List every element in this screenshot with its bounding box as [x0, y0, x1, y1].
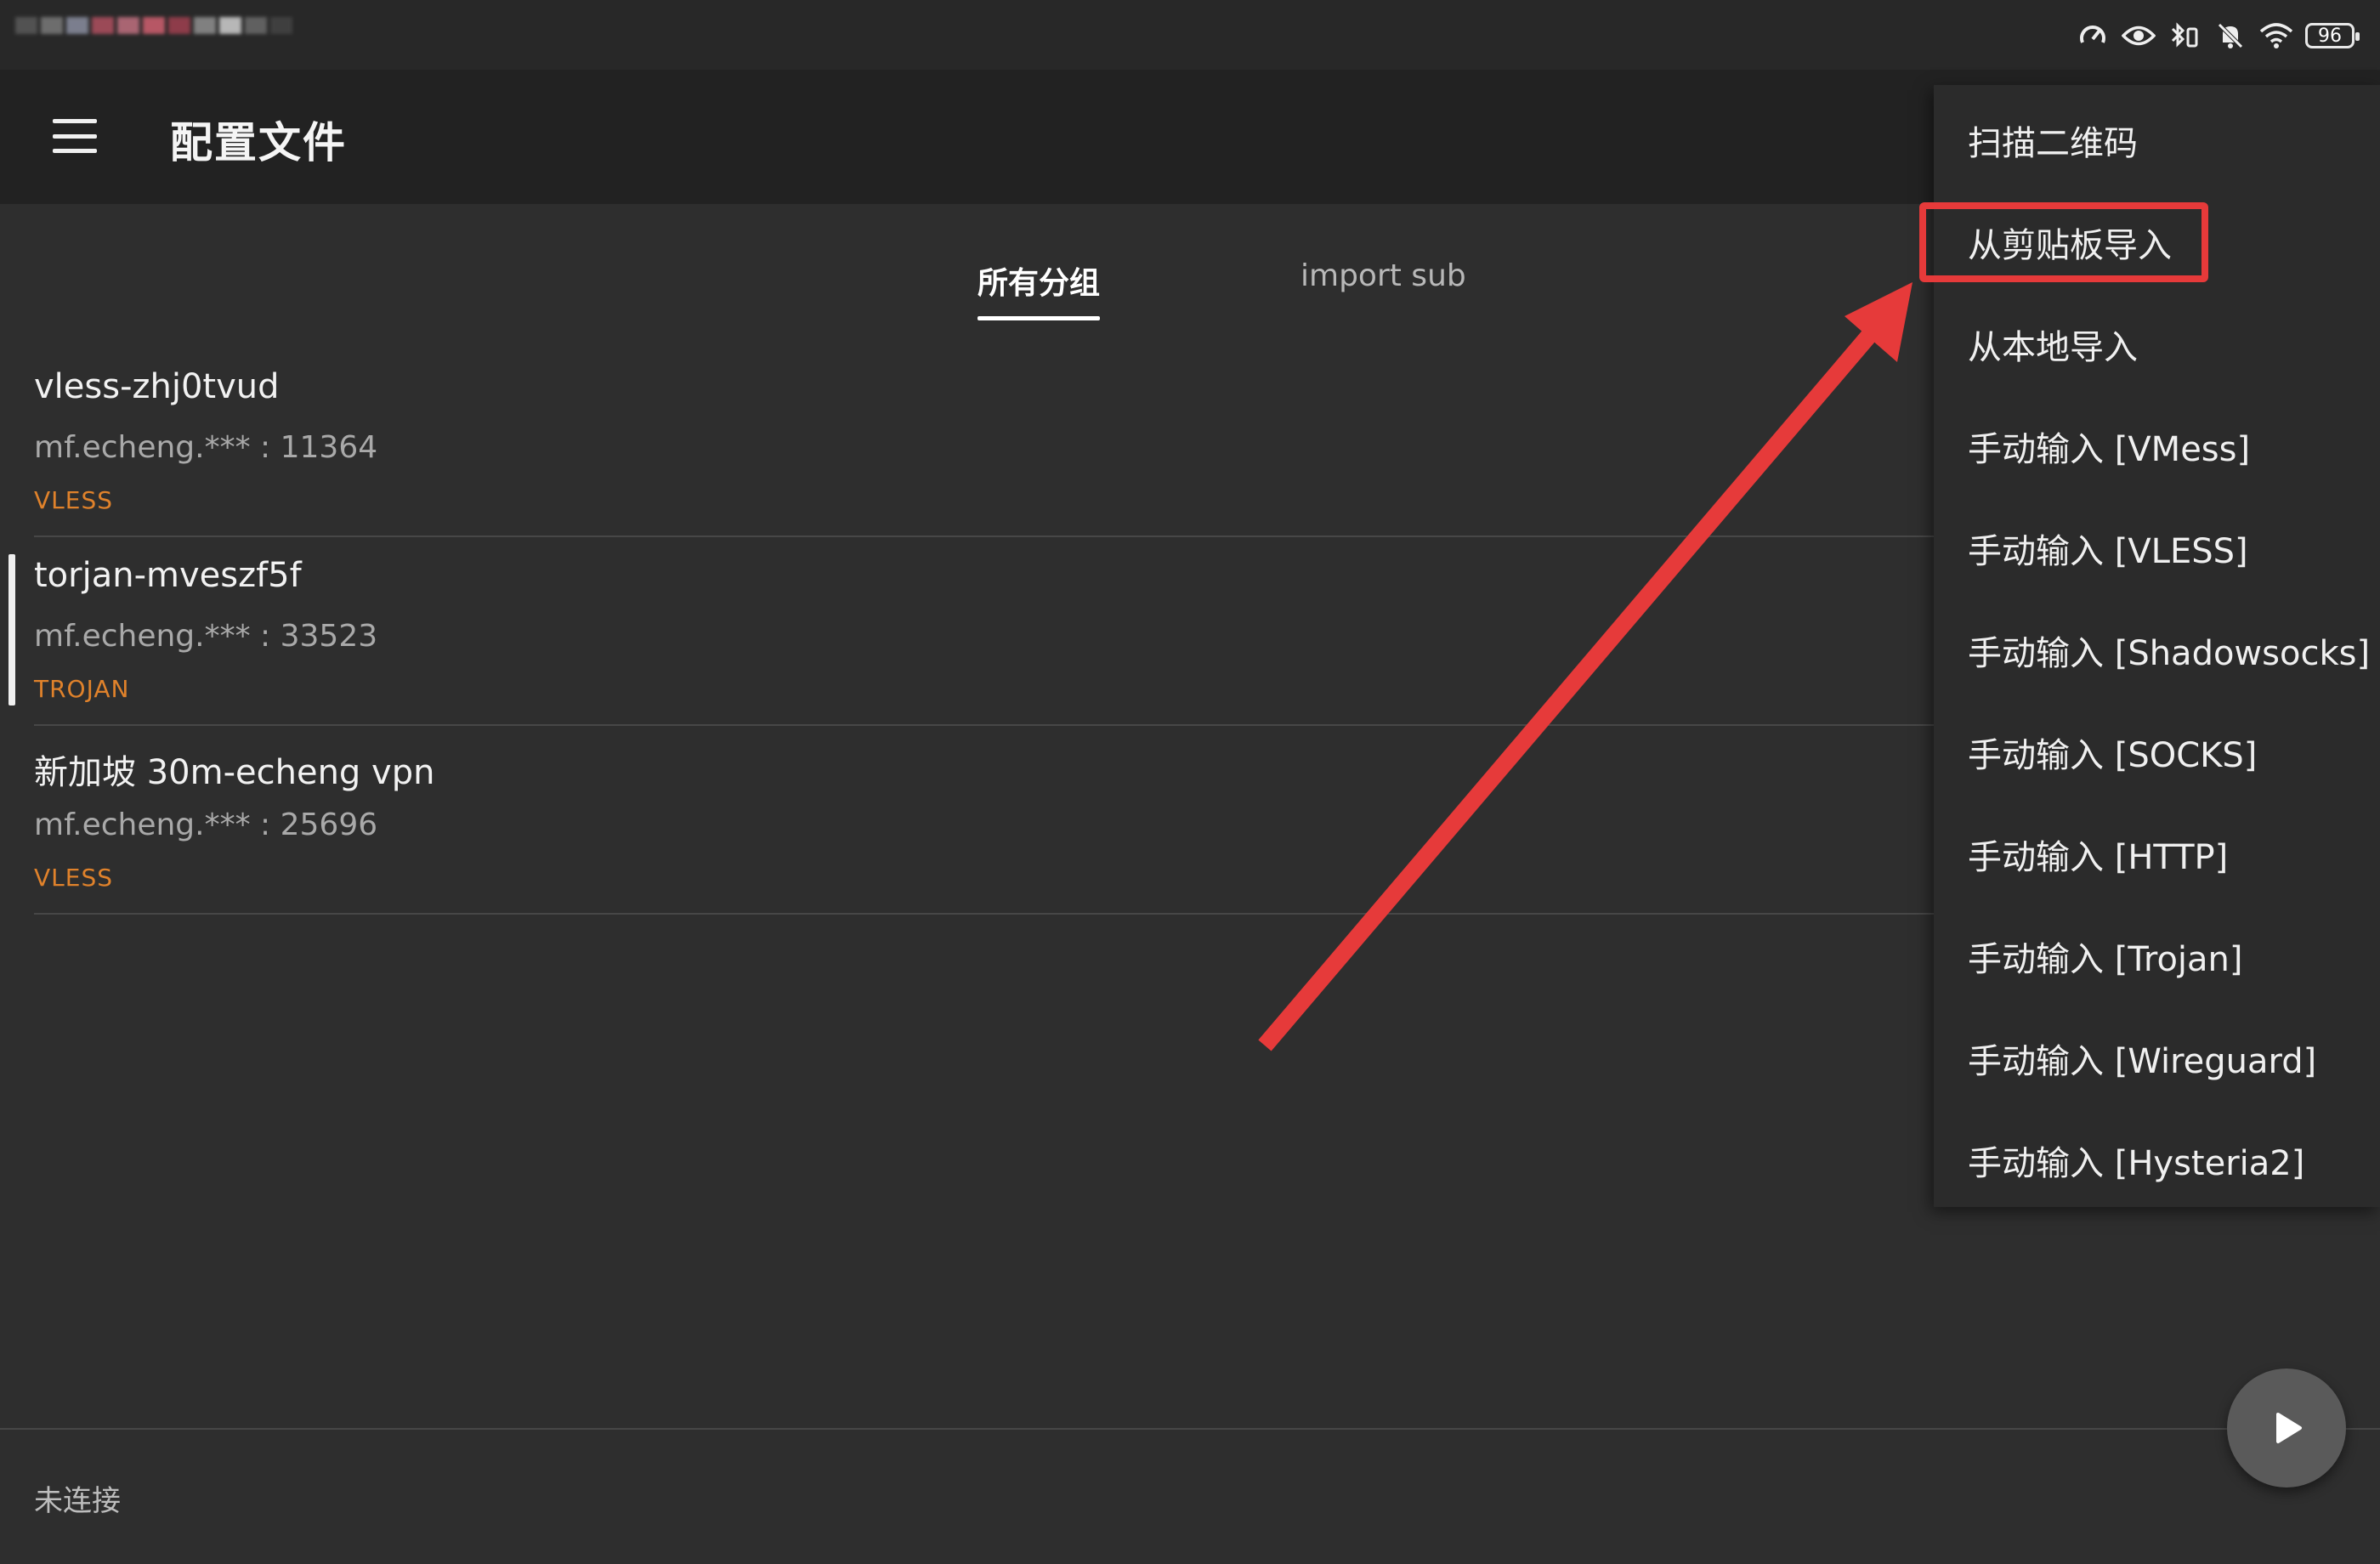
menu-item-manual-vless[interactable]: 手动输入 [VLESS] [1968, 524, 2248, 573]
menu-item-manual-shadowsocks[interactable]: 手动输入 [Shadowsocks] [1968, 626, 2370, 675]
menu-item-manual-socks[interactable]: 手动输入 [SOCKS] [1968, 728, 2257, 777]
wifi-icon [2259, 20, 2293, 51]
profile-name: 新加坡 30m-echeng vpn [34, 753, 435, 792]
profile-address: mf.echeng.*** : 33523 [34, 619, 378, 654]
battery-level: 96 [2318, 25, 2342, 47]
profile-address: mf.echeng.*** : 11364 [34, 430, 378, 465]
bell-off-icon [2213, 20, 2247, 51]
page-title: 配置文件 [170, 118, 347, 167]
play-icon [2276, 1413, 2302, 1443]
menu-item-scan-qr[interactable]: 扫描二维码 [1968, 116, 2138, 165]
bottom-divider [0, 1428, 2380, 1430]
tab-import-sub[interactable]: import sub [1300, 258, 1466, 293]
profile-name: vless-zhj0tvud [34, 367, 280, 406]
profile-list: vless-zhj0tvud mf.echeng.*** : 11364 VLE… [0, 348, 1934, 915]
selected-indicator [8, 554, 15, 706]
menu-item-manual-hysteria2[interactable]: 手动输入 [Hysteria2] [1968, 1136, 2304, 1185]
menu-item-import-local[interactable]: 从本地导入 [1968, 320, 2138, 369]
annotation-highlight-box [1919, 202, 2208, 282]
profile-address: mf.echeng.*** : 25696 [34, 808, 378, 842]
menu-item-manual-wireguard[interactable]: 手动输入 [Wireguard] [1968, 1034, 2316, 1083]
menu-item-manual-http[interactable]: 手动输入 [HTTP] [1968, 830, 2228, 879]
protocol-badge: TROJAN [34, 675, 130, 703]
start-vpn-button[interactable] [2227, 1368, 2346, 1488]
speedometer-icon [2076, 20, 2110, 51]
blurred-notification-icons [15, 17, 296, 56]
bluetooth-battery-icon [2168, 20, 2202, 51]
list-item[interactable]: torjan-mveszf5f mf.echeng.*** : 33523 TR… [0, 537, 1934, 726]
list-item[interactable]: vless-zhj0tvud mf.echeng.*** : 11364 VLE… [0, 348, 1934, 537]
menu-item-manual-vmess[interactable]: 手动输入 [VMess] [1968, 422, 2250, 471]
group-tabs: 所有分组 import sub [0, 204, 1934, 338]
tab-all-groups[interactable]: 所有分组 [978, 258, 1101, 320]
eye-icon [2122, 20, 2156, 51]
protocol-badge: VLESS [34, 864, 113, 892]
status-icons: 96 [2076, 19, 2360, 53]
hamburger-menu-icon[interactable] [53, 119, 97, 153]
status-bar: 96 [0, 0, 2380, 70]
menu-item-manual-trojan[interactable]: 手动输入 [Trojan] [1968, 932, 2243, 981]
divider [34, 913, 1934, 915]
battery-indicator: 96 [2305, 23, 2360, 48]
list-item[interactable]: 新加坡 30m-echeng vpn mf.echeng.*** : 25696… [0, 726, 1934, 915]
protocol-badge: VLESS [34, 486, 113, 514]
profile-name: torjan-mveszf5f [34, 556, 302, 595]
connection-status: 未连接 [34, 1484, 121, 1518]
